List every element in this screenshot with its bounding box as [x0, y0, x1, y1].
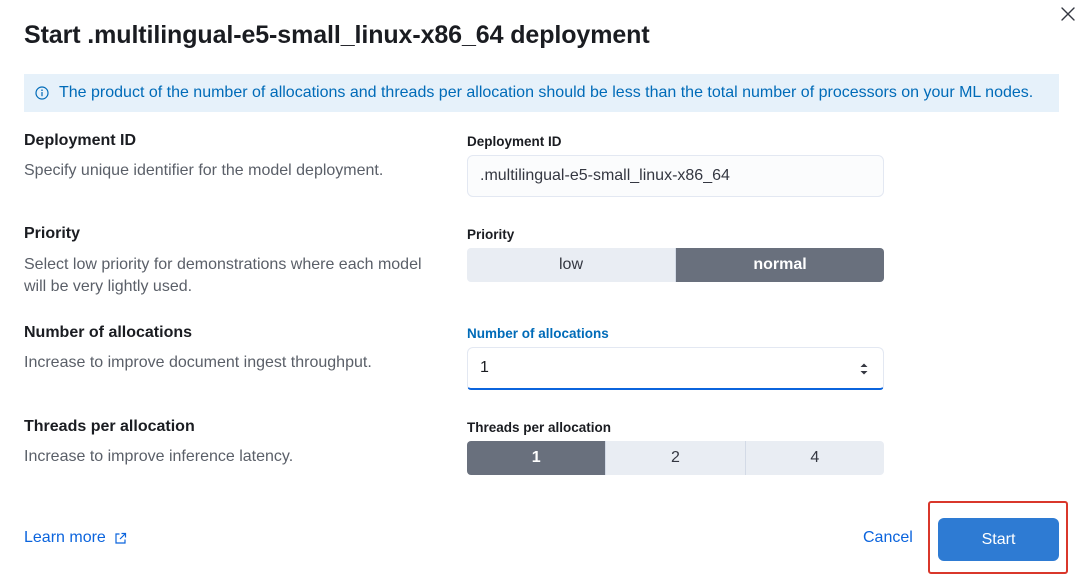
priority-title: Priority [24, 225, 81, 242]
threads-title: Threads per allocation [24, 418, 195, 435]
allocations-label: Number of allocations [467, 326, 609, 341]
priority-option-low[interactable]: low [467, 248, 675, 282]
info-icon [35, 86, 49, 100]
modal-title: Start .multilingual-e5-small_linux-x86_6… [24, 21, 650, 49]
allocations-description: Increase to improve document ingest thro… [24, 354, 372, 371]
close-icon [1061, 7, 1075, 21]
deployment-id-description: Specify unique identifier for the model … [24, 162, 384, 179]
info-callout: The product of the number of allocations… [24, 74, 1059, 112]
spinner-arrows-icon[interactable] [859, 361, 869, 377]
threads-label: Threads per allocation [467, 420, 612, 435]
threads-description: Increase to improve inference latency. [24, 448, 294, 465]
deployment-id-label: Deployment ID [467, 134, 562, 149]
allocations-title: Number of allocations [24, 324, 193, 341]
allocations-field [467, 347, 884, 390]
priority-description: Select low priority for demonstrations w… [24, 256, 422, 295]
cancel-button[interactable]: Cancel [863, 529, 913, 547]
callout-text: The product of the number of allocations… [59, 84, 1034, 101]
allocations-input[interactable] [468, 348, 838, 388]
threads-button-group: 1 2 4 [467, 441, 884, 475]
deployment-id-input[interactable] [467, 155, 884, 197]
deployment-id-title: Deployment ID [24, 132, 137, 149]
external-link-icon [115, 532, 126, 544]
priority-label: Priority [467, 227, 515, 242]
threads-option-4[interactable]: 4 [744, 441, 884, 475]
start-button[interactable]: Start [938, 518, 1059, 561]
close-button[interactable] [1058, 4, 1078, 24]
priority-button-group: low normal [467, 248, 884, 282]
learn-more-link[interactable]: Learn more [24, 529, 127, 547]
priority-option-normal[interactable]: normal [675, 248, 884, 282]
threads-option-2[interactable]: 2 [605, 441, 745, 475]
learn-more-label: Learn more [24, 529, 106, 546]
threads-option-1[interactable]: 1 [467, 441, 606, 475]
